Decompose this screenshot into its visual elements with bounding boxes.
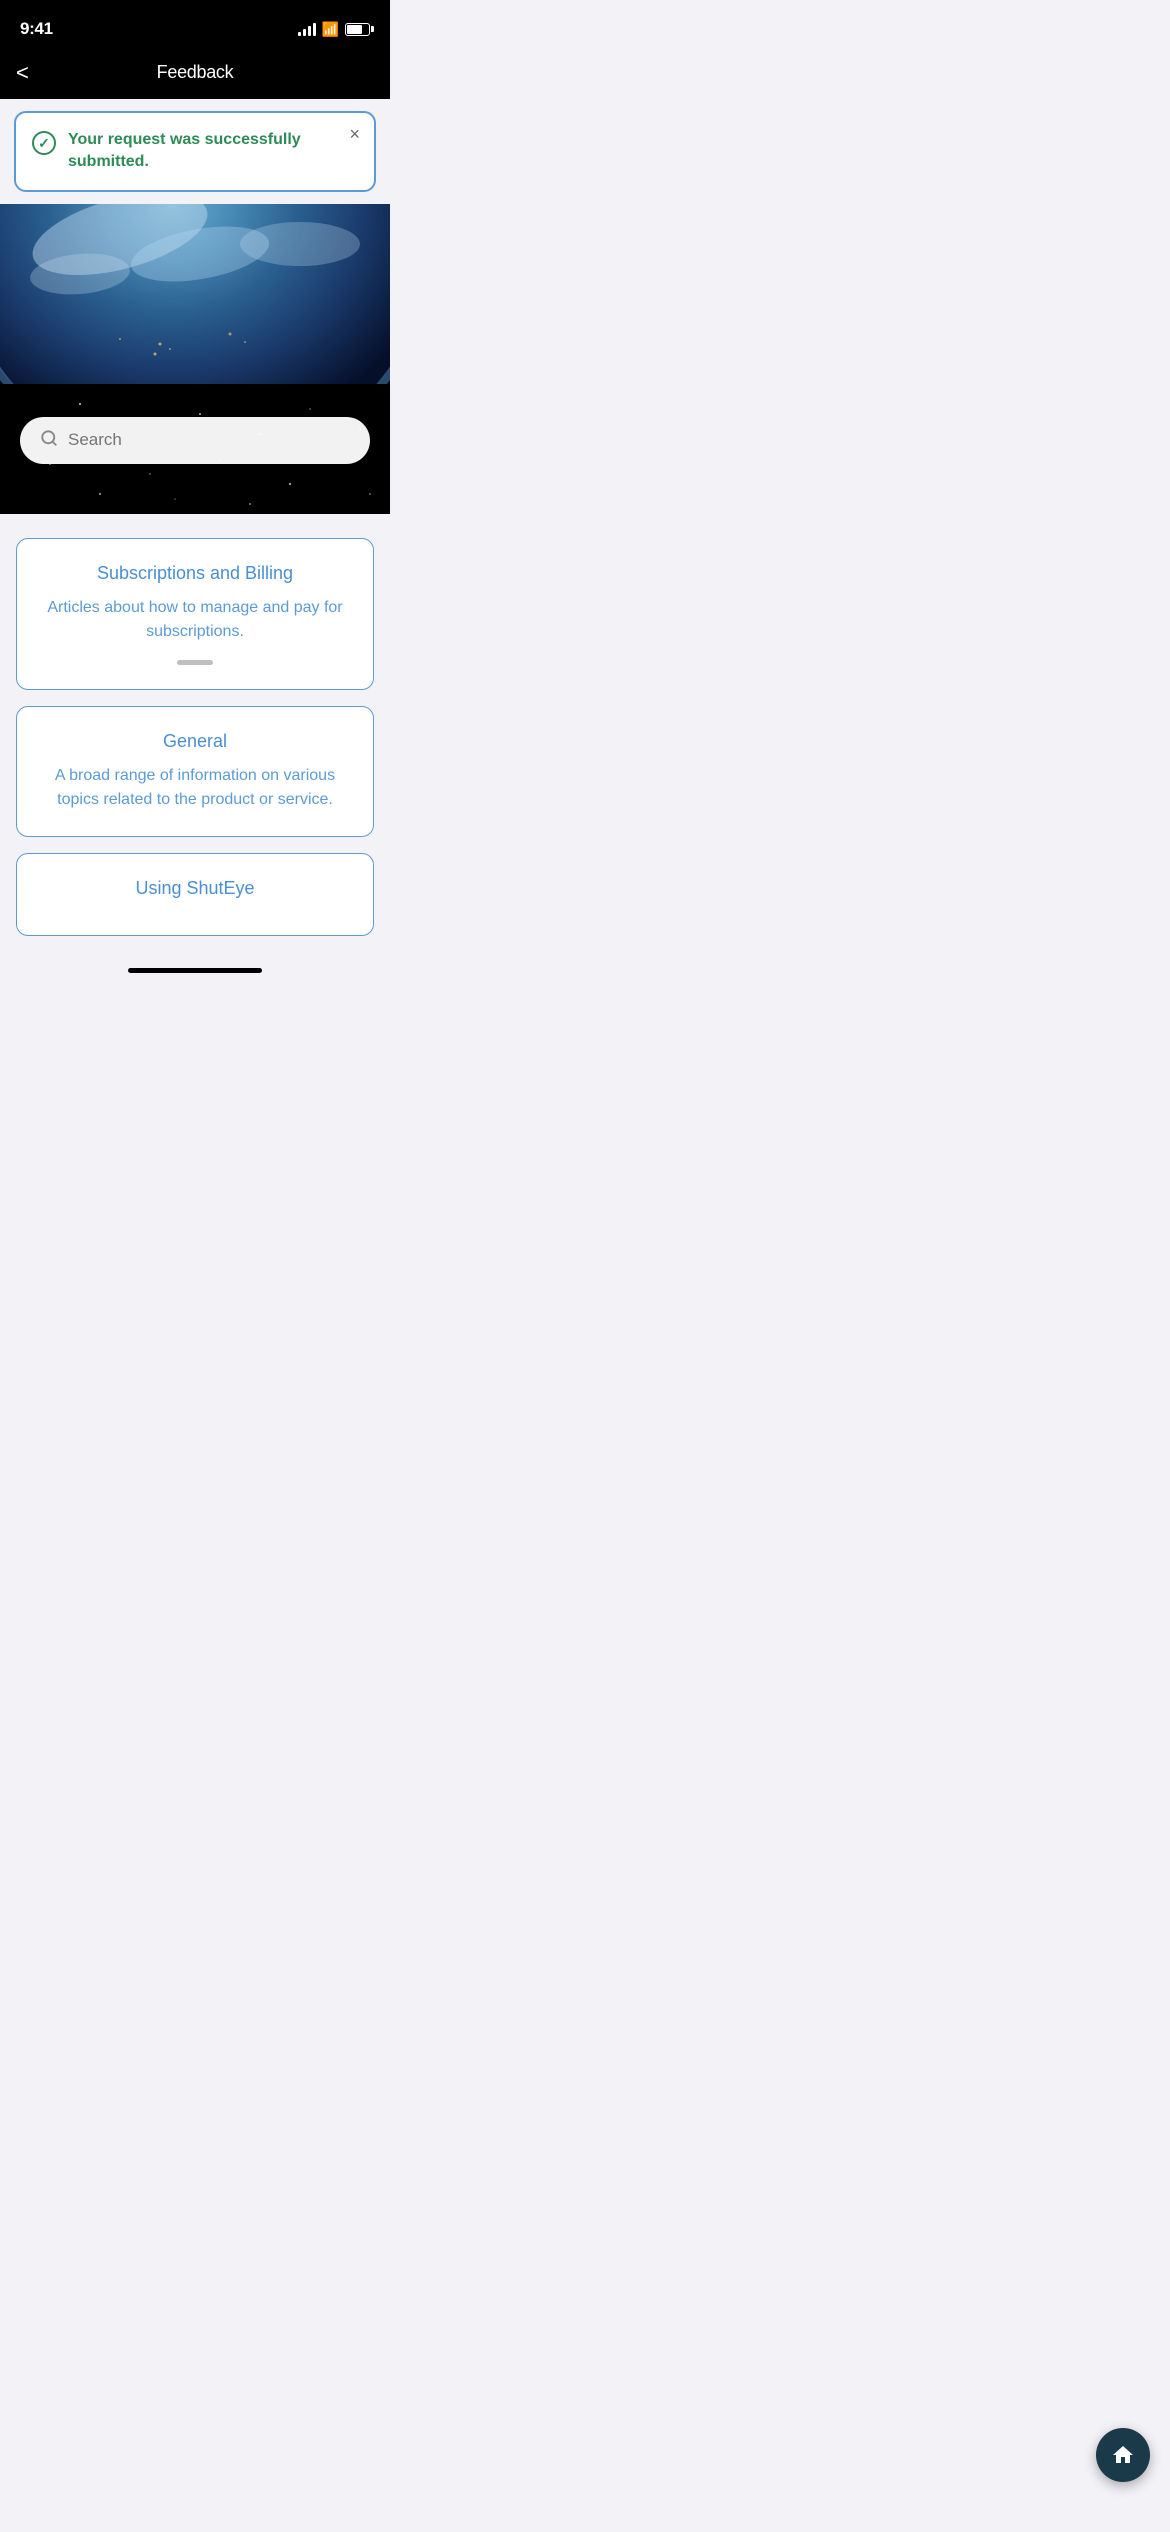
drag-handle (177, 660, 213, 665)
search-icon (40, 429, 58, 452)
home-fab-icon (1111, 2443, 1135, 2467)
success-icon (32, 131, 56, 155)
back-button[interactable]: < (16, 62, 29, 84)
home-bar (128, 968, 262, 973)
search-input[interactable] (68, 430, 350, 450)
close-button[interactable]: × (349, 125, 360, 143)
subscriptions-billing-desc: Articles about how to manage and pay for… (37, 596, 353, 644)
success-message: Your request was successfully submitted. (68, 129, 334, 174)
hero-section (0, 204, 390, 514)
header: < Feedback (0, 50, 390, 99)
subscriptions-billing-card[interactable]: Subscriptions and Billing Articles about… (16, 538, 374, 690)
signal-icon (298, 23, 316, 36)
subscriptions-billing-title: Subscriptions and Billing (37, 563, 353, 584)
wifi-icon: 📶 (322, 21, 339, 38)
search-bar[interactable] (20, 417, 370, 464)
home-indicator (0, 960, 390, 979)
success-banner: Your request was successfully submitted.… (14, 111, 376, 192)
status-icons: 📶 (298, 21, 370, 38)
battery-icon (345, 23, 370, 36)
search-container (20, 417, 370, 464)
general-title: General (37, 731, 353, 752)
general-desc: A broad range of information on various … (37, 764, 353, 812)
using-shuteye-title: Using ShutEye (37, 878, 353, 899)
page-title: Feedback (157, 62, 234, 83)
status-time: 9:41 (20, 19, 53, 39)
using-shuteye-card[interactable]: Using ShutEye (16, 853, 374, 936)
content-area: Subscriptions and Billing Articles about… (0, 514, 390, 960)
home-fab-button[interactable] (1096, 2428, 1150, 2482)
general-card[interactable]: General A broad range of information on … (16, 706, 374, 837)
status-bar: 9:41 📶 (0, 0, 390, 50)
hero-background (0, 204, 390, 514)
